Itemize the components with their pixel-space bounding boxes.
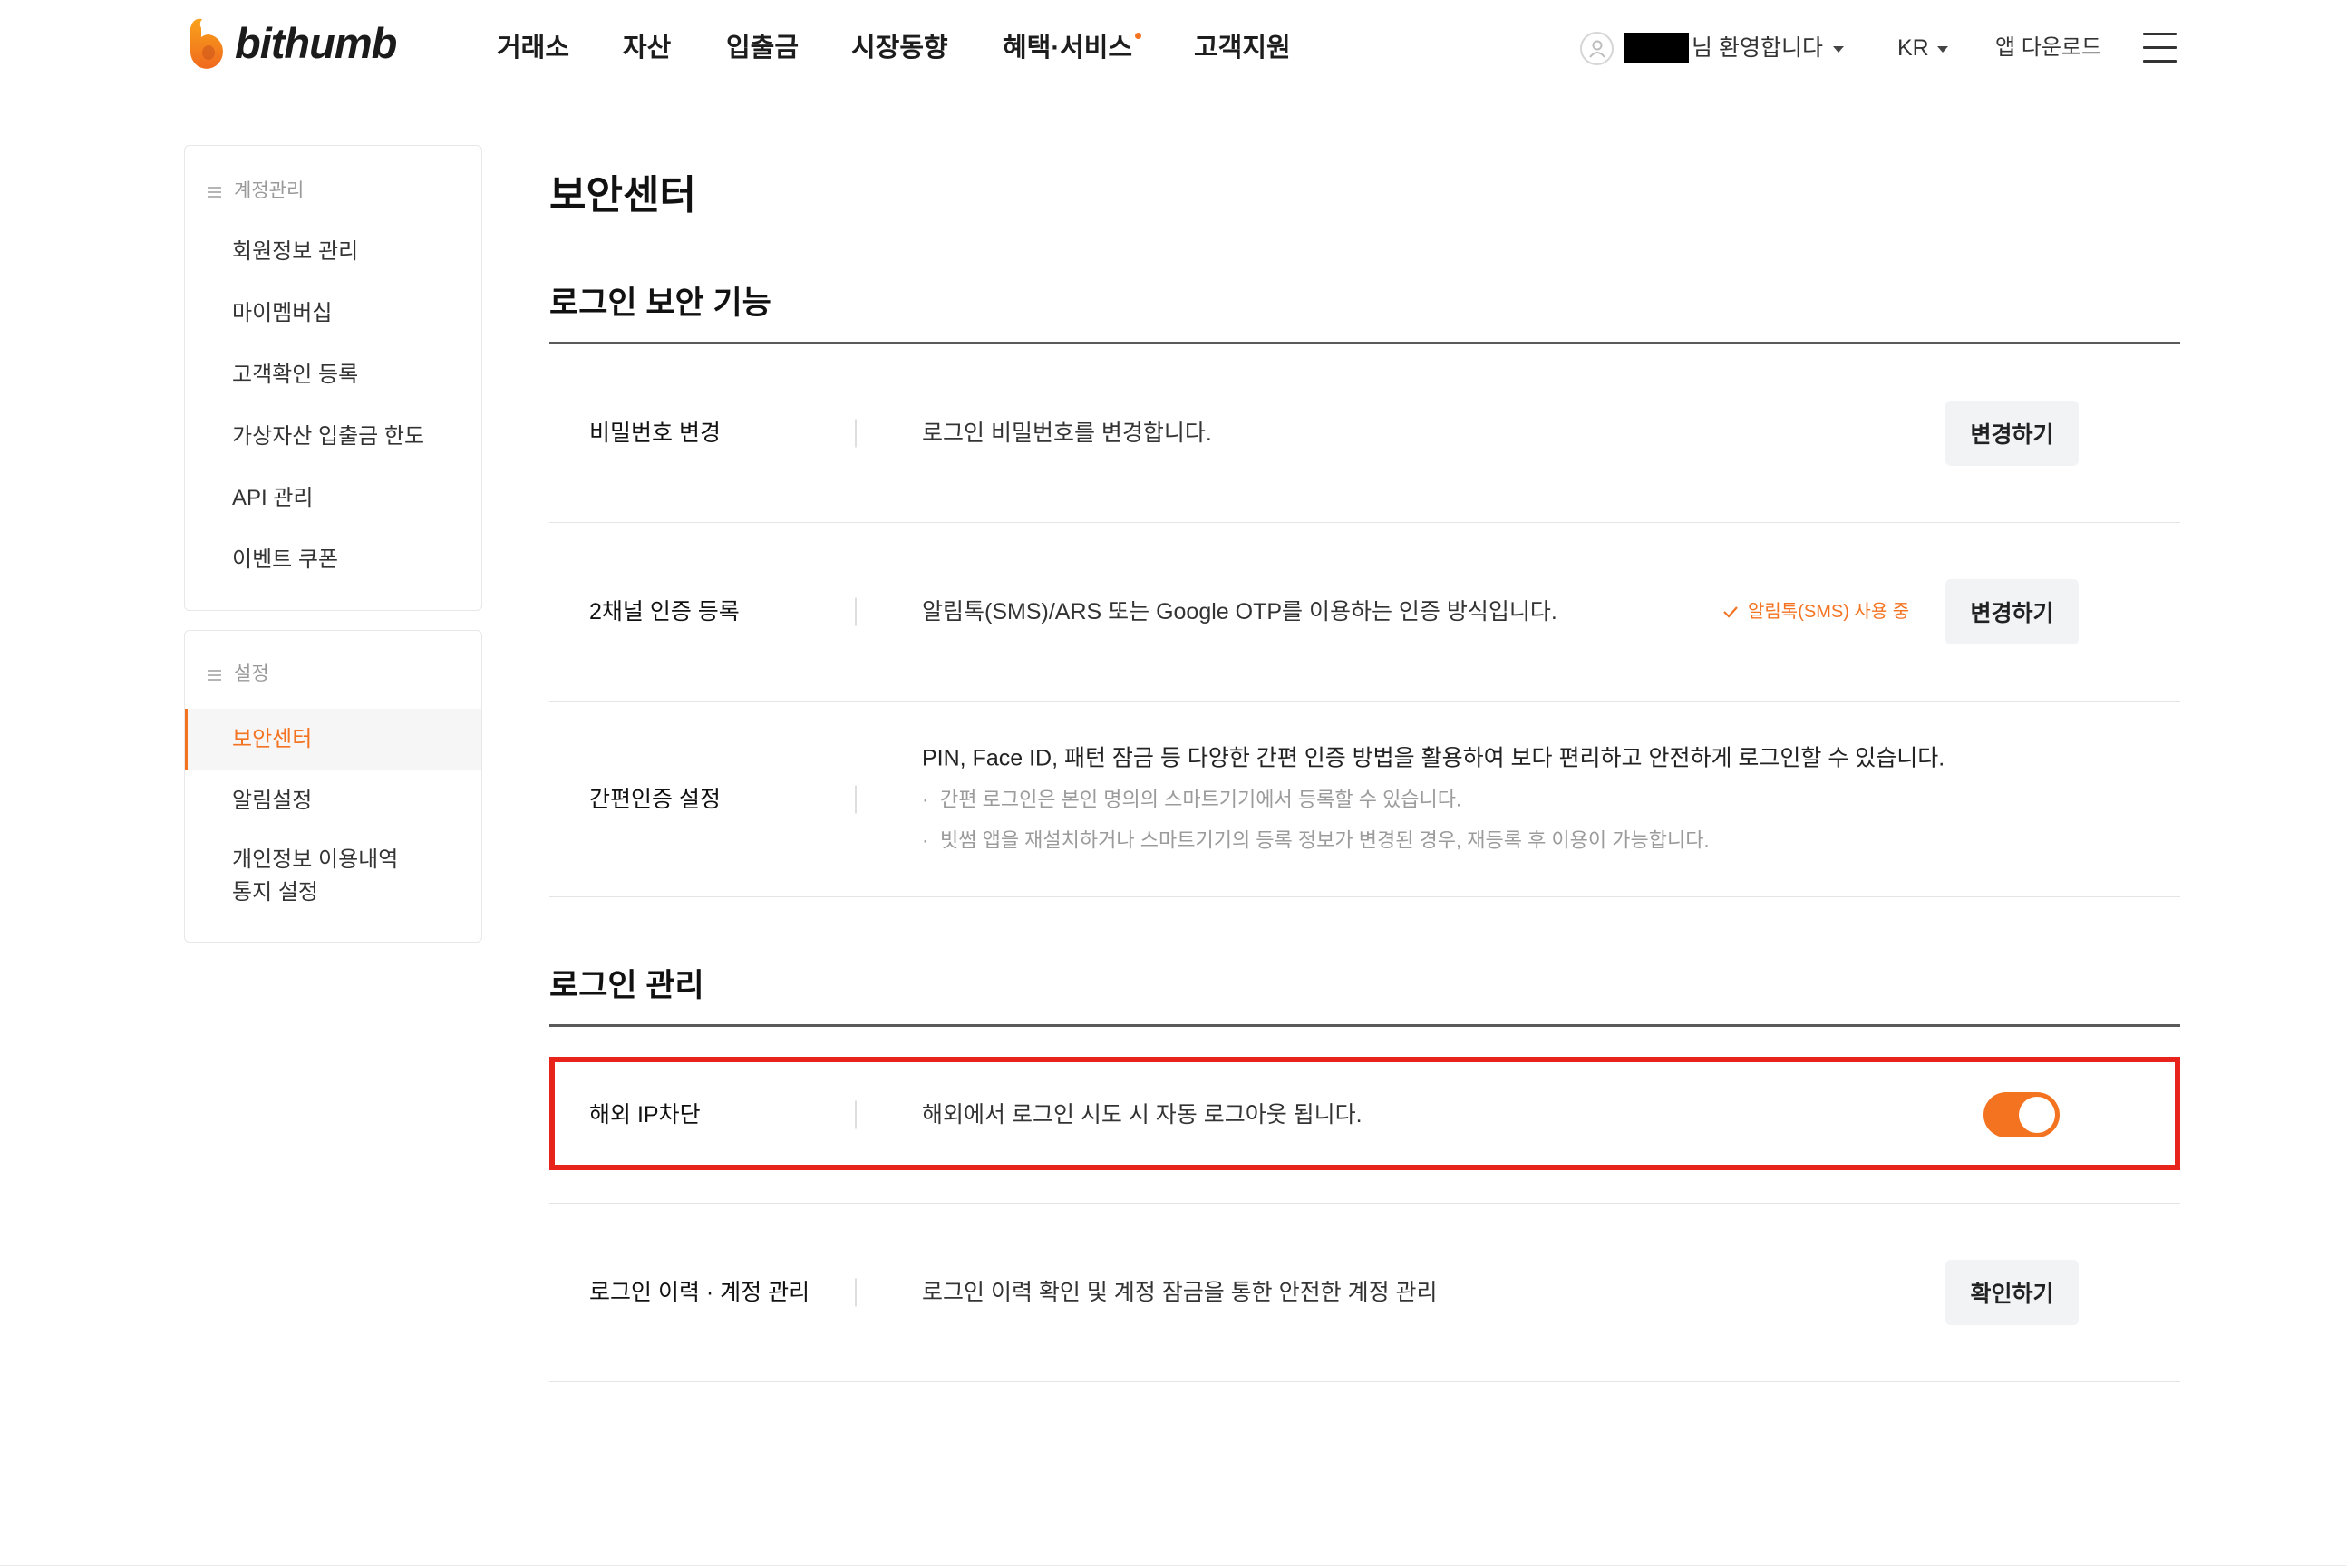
row-description: PIN, Face ID, 패턴 잠금 등 다양한 간편 인증 방법을 활용하여… [922, 745, 1945, 770]
column-divider [855, 1278, 857, 1307]
sidebar-item-event-coupon[interactable]: 이벤트 쿠폰 [185, 529, 481, 591]
row-description: 해외에서 로그인 시도 시 자동 로그아웃 됩니다. [922, 1102, 1363, 1128]
toggle-knob [2019, 1097, 2055, 1133]
list-menu-icon [208, 669, 221, 681]
login-security-rows: 비밀번호 변경 로그인 비밀번호를 변경합니다. 변경하기 2채널 인증 등록 … [549, 344, 2180, 897]
overseas-ip-block-toggle[interactable] [1983, 1092, 2060, 1137]
sidebar-heading-label: 계정관리 [234, 180, 305, 201]
row-overseas-ip-block: 해외 IP차단 해외에서 로그인 시도 시 자동 로그아웃 됩니다. [549, 1027, 2180, 1204]
page-title: 보안센터 [549, 173, 696, 218]
row-description: 로그인 이력 확인 및 계정 잠금을 통한 안전한 계정 관리 [922, 1280, 1438, 1305]
row-password-change: 비밀번호 변경 로그인 비밀번호를 변경합니다. 변경하기 [549, 344, 2180, 523]
row-description-block: PIN, Face ID, 패턴 잠금 등 다양한 간편 인증 방법을 활용하여… [922, 738, 1945, 860]
sidebar-item-notification-settings[interactable]: 알림설정 [185, 770, 481, 832]
sidebar-item-kyc[interactable]: 고객확인 등록 [185, 344, 481, 406]
row-login-history: 로그인 이력 · 계정 관리 로그인 이력 확인 및 계정 잠금을 통한 안전한… [549, 1204, 2180, 1382]
sidebar-item-transfer-limits[interactable]: 가상자산 입출금 한도 [185, 406, 481, 468]
section-title-login-security: 로그인 보안 기능 [549, 286, 771, 321]
column-divider [855, 419, 857, 448]
sidebar-heading-account: 계정관리 [185, 173, 481, 209]
change-2fa-button[interactable]: 변경하기 [1945, 579, 2079, 644]
sidebar-settings-section: 설정 보안센터 알림설정 개인정보 이용내역 통지 설정 [184, 630, 482, 943]
sidebar-item-api[interactable]: API 관리 [185, 468, 481, 529]
row-label: 2채널 인증 등록 [589, 599, 740, 624]
view-login-history-button[interactable]: 확인하기 [1945, 1260, 2079, 1325]
sidebar-account-section: 계정관리 회원정보 관리 마이멤버십 고객확인 등록 가상자산 입출금 한도 A… [184, 145, 482, 611]
sidebar-item-security-center[interactable]: 보안센터 [185, 709, 481, 770]
main-content: 보안센터 로그인 보안 기능 비밀번호 변경 로그인 비밀번호를 변경합니다. … [549, 0, 2180, 1568]
column-divider [855, 597, 857, 626]
login-management-rows: 해외 IP차단 해외에서 로그인 시도 시 자동 로그아웃 됩니다. 로그인 이… [549, 1027, 2180, 1382]
list-menu-icon [208, 186, 221, 198]
auth-status-text: 알림톡(SMS) 사용 중 [1748, 602, 1910, 622]
auth-status-badge: 알림톡(SMS) 사용 중 [1722, 598, 1909, 625]
column-divider [855, 785, 857, 813]
row-label: 로그인 이력 · 계정 관리 [589, 1280, 810, 1305]
row-description: 알림톡(SMS)/ARS 또는 Google OTP를 이용하는 인증 방식입니… [922, 599, 1557, 624]
sidebar-heading-settings: 설정 [185, 656, 481, 692]
row-note: 빗썸 앱을 재설치하거나 스마트기기의 등록 정보가 변경된 경우, 재등록 후… [922, 819, 1945, 860]
check-icon [1723, 606, 1738, 618]
row-label: 비밀번호 변경 [589, 421, 721, 446]
section-title-login-management: 로그인 관리 [549, 968, 704, 1003]
sidebar-item-privacy-usage-notice[interactable]: 개인정보 이용내역 통지 설정 [185, 832, 481, 921]
footer-divider [0, 1565, 2347, 1566]
sidebar-item-member-info[interactable]: 회원정보 관리 [185, 221, 481, 283]
sidebar-item-my-membership[interactable]: 마이멤버십 [185, 283, 481, 344]
row-two-channel-auth: 2채널 인증 등록 알림톡(SMS)/ARS 또는 Google OTP를 이용… [549, 523, 2180, 702]
column-divider [855, 1100, 857, 1129]
logo-wordmark: bithumb [235, 19, 397, 67]
row-label: 간편인증 설정 [589, 786, 721, 812]
change-password-button[interactable]: 변경하기 [1945, 401, 2079, 466]
sidebar-heading-label: 설정 [234, 663, 269, 684]
row-description: 로그인 비밀번호를 변경합니다. [922, 421, 1212, 446]
row-label: 해외 IP차단 [589, 1102, 701, 1128]
row-note: 간편 로그인은 본인 명의의 스마트기기에서 등록할 수 있습니다. [922, 779, 1945, 819]
bithumb-logo-icon [190, 18, 223, 69]
row-simple-auth: 간편인증 설정 PIN, Face ID, 패턴 잠금 등 다양한 간편 인증 … [549, 702, 2180, 897]
bithumb-logo[interactable]: bithumb [182, 15, 397, 72]
